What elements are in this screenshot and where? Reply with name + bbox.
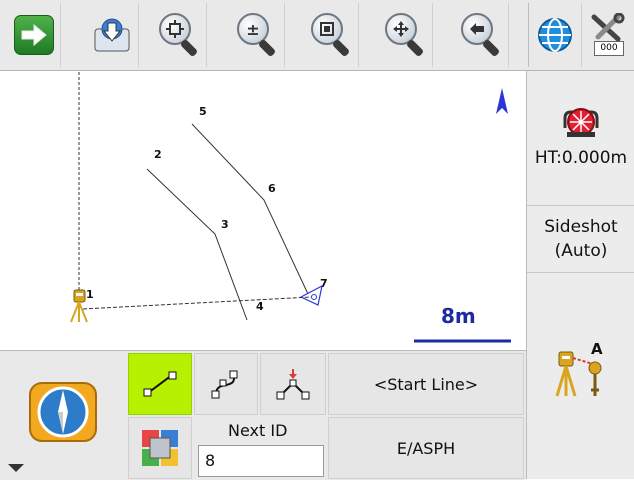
expand-down-icon[interactable] bbox=[8, 464, 24, 472]
scale-label: 8m bbox=[441, 304, 476, 328]
code-label: E/ASPH bbox=[396, 438, 456, 458]
next-button[interactable] bbox=[8, 3, 61, 67]
previous-view-button[interactable] bbox=[456, 3, 509, 67]
download-icon bbox=[92, 15, 132, 55]
linework-5-6-7 bbox=[191, 123, 309, 295]
insert-point-button[interactable] bbox=[260, 353, 326, 415]
start-line-label: <Start Line> bbox=[373, 374, 479, 394]
measure-mode-button[interactable]: Sideshot (Auto) bbox=[527, 206, 634, 273]
point-label-3: 3 bbox=[221, 218, 229, 231]
zoom-in-out-button[interactable]: ± bbox=[232, 3, 285, 67]
start-line-button[interactable]: <Start Line> bbox=[328, 353, 524, 415]
right-panel: HT:0.000m Sideshot (Auto) A bbox=[526, 71, 634, 479]
measure-mode-sublabel: (Auto) bbox=[554, 241, 608, 261]
pan-button[interactable] bbox=[380, 3, 433, 67]
station-to-point-icon: A bbox=[553, 340, 609, 406]
toolbar: ± 000 bbox=[0, 0, 634, 71]
map-view[interactable]: 1 2 3 4 5 6 7 8m bbox=[9, 72, 526, 350]
line-tool-icon bbox=[143, 371, 177, 397]
zoom-window-button[interactable] bbox=[154, 3, 207, 67]
zoom-in-out-icon: ± bbox=[234, 11, 282, 59]
layer-color-icon bbox=[142, 430, 178, 466]
shot-line bbox=[82, 296, 312, 310]
code-button[interactable]: E/ASPH bbox=[328, 417, 524, 479]
zoom-window-icon bbox=[156, 11, 204, 59]
layer-color-button[interactable] bbox=[128, 417, 192, 479]
point-label-1: 1 bbox=[86, 288, 94, 301]
settings-badge: 000 bbox=[594, 41, 624, 56]
download-button[interactable] bbox=[86, 3, 139, 67]
point-label-6: 6 bbox=[268, 182, 276, 195]
point-label-2: 2 bbox=[154, 148, 162, 161]
compass-icon bbox=[28, 381, 98, 443]
instrument-height-label: HT:0.000m bbox=[534, 148, 628, 168]
previous-view-icon bbox=[458, 11, 506, 59]
bottom-bar: <Start Line> Next ID 8 E/ASPH bbox=[0, 350, 526, 480]
instrument-station-icon bbox=[70, 289, 88, 323]
globe-icon bbox=[537, 17, 573, 53]
zoom-extents-button[interactable] bbox=[306, 3, 359, 67]
next-id-field[interactable]: 8 bbox=[198, 445, 324, 477]
measure-mode-label: Sideshot bbox=[544, 217, 618, 237]
globe-button[interactable] bbox=[528, 3, 582, 67]
current-point-marker bbox=[299, 284, 323, 306]
point-letter-label: A bbox=[591, 340, 603, 358]
pan-icon bbox=[382, 11, 430, 59]
curve-tool-icon bbox=[211, 370, 238, 399]
point-label-4: 4 bbox=[256, 300, 264, 313]
settings-button[interactable]: 000 bbox=[584, 3, 632, 67]
next-arrow-icon bbox=[14, 15, 54, 55]
curve-tool-button[interactable] bbox=[194, 353, 258, 415]
next-id-label: Next ID bbox=[228, 421, 288, 440]
instrument-target-icon bbox=[561, 104, 601, 144]
compass-menu-button[interactable] bbox=[0, 351, 126, 480]
line-tool-button[interactable] bbox=[128, 353, 192, 415]
insert-point-icon bbox=[276, 369, 310, 400]
instrument-height-button[interactable]: HT:0.000m bbox=[527, 71, 634, 206]
north-arrow-icon bbox=[496, 88, 508, 114]
measure-button[interactable]: A bbox=[527, 273, 634, 479]
settings-tools-icon: 000 bbox=[588, 12, 628, 57]
linework-2-3-4 bbox=[146, 168, 248, 321]
zoom-extents-icon bbox=[308, 11, 356, 59]
point-label-5: 5 bbox=[199, 105, 207, 118]
